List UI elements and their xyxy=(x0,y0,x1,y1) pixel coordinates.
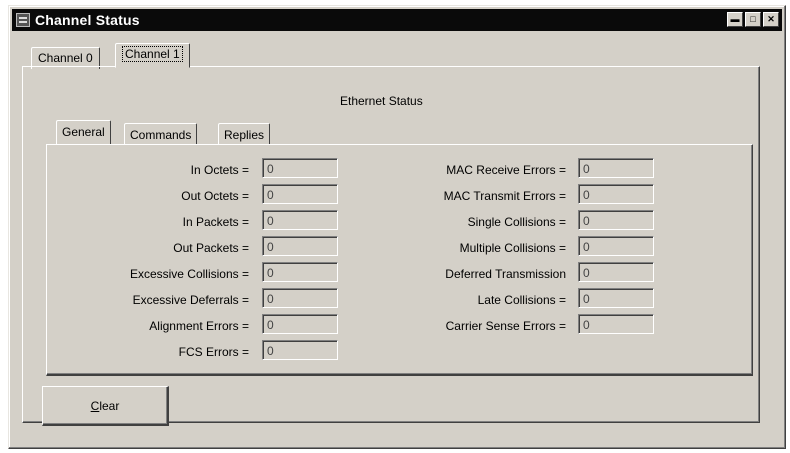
late-collisions-field[interactable]: 0 xyxy=(578,288,654,308)
carrier-sense-errors-label: Carrier Sense Errors = xyxy=(445,319,566,333)
excessive-collisions-field[interactable]: 0 xyxy=(262,262,338,282)
tab-replies[interactable]: Replies xyxy=(218,123,271,145)
single-collisions-label: Single Collisions = xyxy=(467,215,566,229)
single-collisions-field[interactable]: 0 xyxy=(578,210,654,230)
window-controls: ▬ □ ✕ xyxy=(727,12,779,27)
fcs-errors-field[interactable]: 0 xyxy=(262,340,338,360)
tab-channel-1-label: Channel 1 xyxy=(122,46,183,62)
clear-button[interactable]: Clear xyxy=(42,386,169,426)
out-octets-label: Out Octets = xyxy=(181,189,249,203)
out-octets-field[interactable]: 0 xyxy=(262,184,338,204)
general-panel xyxy=(46,144,753,376)
multiple-collisions-label: Multiple Collisions = xyxy=(459,241,566,255)
tab-channel-1[interactable]: Channel 1 xyxy=(115,43,190,68)
tab-commands-label: Commands xyxy=(130,128,192,142)
title-bar[interactable]: Channel Status ▬ □ ✕ xyxy=(12,9,782,31)
excessive-collisions-label: Excessive Collisions = xyxy=(129,267,249,281)
mac-receive-errors-label: MAC Receive Errors = xyxy=(446,163,566,177)
alignment-errors-field[interactable]: 0 xyxy=(262,314,338,334)
alignment-errors-label: Alignment Errors = xyxy=(149,319,249,333)
in-octets-field[interactable]: 0 xyxy=(262,158,338,178)
excessive-deferrals-field[interactable]: 0 xyxy=(262,288,338,308)
deferred-transmission-field[interactable]: 0 xyxy=(578,262,654,282)
late-collisions-label: Late Collisions = xyxy=(477,293,566,307)
clear-button-label: lear xyxy=(99,398,120,413)
tab-commands[interactable]: Commands xyxy=(124,123,198,145)
in-octets-label: In Octets = xyxy=(190,163,249,177)
section-title: Ethernet Status xyxy=(340,94,423,108)
out-packets-field[interactable]: 0 xyxy=(262,236,338,256)
mac-receive-errors-field[interactable]: 0 xyxy=(578,158,654,178)
clear-button-mnemonic: C xyxy=(90,398,100,413)
out-packets-label: Out Packets = xyxy=(173,241,249,255)
in-packets-field[interactable]: 0 xyxy=(262,210,338,230)
fcs-errors-label: FCS Errors = xyxy=(178,345,249,359)
mac-transmit-errors-label: MAC Transmit Errors = xyxy=(443,189,566,203)
tab-channel-0-label: Channel 0 xyxy=(38,51,93,65)
carrier-sense-errors-field[interactable]: 0 xyxy=(578,314,654,334)
window-icon[interactable] xyxy=(16,13,30,27)
mac-transmit-errors-field[interactable]: 0 xyxy=(578,184,654,204)
in-packets-label: In Packets = xyxy=(182,215,249,229)
maximize-icon[interactable]: □ xyxy=(745,12,761,27)
window-title: Channel Status xyxy=(35,12,140,28)
close-icon[interactable]: ✕ xyxy=(763,12,779,27)
minimize-icon[interactable]: ▬ xyxy=(727,12,743,27)
tab-general-label: General xyxy=(62,125,105,139)
tab-general[interactable]: General xyxy=(56,120,111,144)
deferred-transmission-label: Deferred Transmission xyxy=(445,267,566,281)
multiple-collisions-field[interactable]: 0 xyxy=(578,236,654,256)
tab-replies-label: Replies xyxy=(224,128,265,142)
excessive-deferrals-label: Excessive Deferrals = xyxy=(132,293,249,307)
